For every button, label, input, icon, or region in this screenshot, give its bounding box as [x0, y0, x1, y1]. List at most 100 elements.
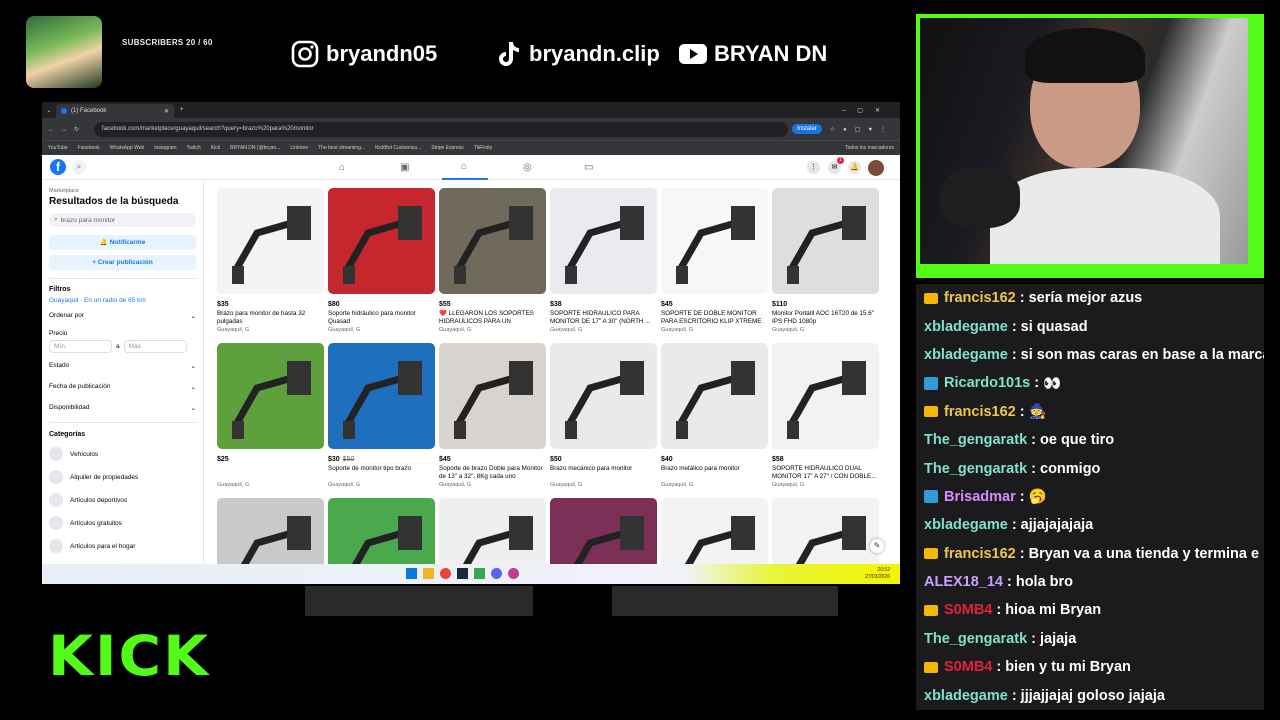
category-item[interactable]: Artículos para el hogar	[49, 539, 196, 553]
chat-username[interactable]: xbladegame	[924, 347, 1008, 363]
app-icon[interactable]	[474, 568, 485, 579]
listing-image[interactable]	[439, 343, 546, 449]
bookmark-item[interactable]: WhatsApp Web	[110, 145, 145, 151]
min-price-field[interactable]: Mín.	[49, 340, 112, 353]
nav-buttons[interactable]: ←→↻	[48, 126, 86, 133]
state-dropdown[interactable]: Estado ⌄	[49, 362, 196, 370]
chat-username[interactable]: francis162	[944, 546, 1016, 562]
availability-dropdown[interactable]: Disponibilidad ⌄	[49, 404, 196, 412]
obs-icon[interactable]	[508, 568, 519, 579]
install-button[interactable]: Instalar	[792, 124, 822, 134]
listing-image[interactable]	[772, 343, 879, 449]
chat-username[interactable]: The_gengaratk	[924, 461, 1027, 477]
listing-title[interactable]	[217, 465, 324, 481]
gaming-icon[interactable]: ▭	[584, 162, 593, 173]
listing-image[interactable]	[328, 343, 435, 449]
folder-icon[interactable]	[423, 568, 434, 579]
facebook-logo-icon[interactable]: f	[50, 159, 66, 175]
system-clock[interactable]: 20:52 27/03/2026	[865, 567, 890, 581]
new-tab-icon[interactable]: +	[180, 107, 184, 113]
listing-image[interactable]	[661, 188, 768, 294]
chat-username[interactable]: The_gengaratk	[924, 432, 1027, 448]
steam-icon[interactable]	[457, 568, 468, 579]
listing-card[interactable]: $50 Brazo mecánico para monitor Guayaquil,…	[550, 343, 657, 488]
listing-image[interactable]	[328, 188, 435, 294]
max-price-field[interactable]: Máx.	[123, 340, 187, 353]
listing-title[interactable]: Soporte de monitor tipo brazo	[328, 465, 435, 481]
listing-image[interactable]	[550, 188, 657, 294]
bookmark-item[interactable]: BRYAN DN (@bryan...	[230, 145, 280, 151]
compose-icon[interactable]: ✎	[870, 539, 884, 553]
category-item[interactable]: Vehículos	[49, 447, 196, 461]
window-controls[interactable]: –▢✕	[842, 107, 892, 114]
listing-title[interactable]: ❤️ LLEGARON LOS SOPORTES HIDRAULICOS PAR…	[439, 310, 546, 326]
listing-image[interactable]	[439, 188, 546, 294]
chat-username[interactable]: francis162	[944, 404, 1016, 420]
chat-username[interactable]: S0MB4	[944, 602, 992, 618]
listing-title[interactable]: Brazo para monitor de hasta 32 pulgadas	[217, 310, 324, 326]
listing-card[interactable]: $45 SOPORTE DE DOBLE MONITOR PARA ESCRITO…	[661, 188, 768, 333]
bookmark-item[interactable]: Facebook	[78, 145, 100, 151]
tab-facebook[interactable]: (1) Facebook ✕	[56, 104, 174, 118]
url-field[interactable]: facebook.com/marketplace/guayaquil/searc…	[94, 121, 789, 137]
location-filter[interactable]: Guayaquil · En un radio de 65 km	[49, 297, 196, 304]
tab-list-icon[interactable]: ⌄	[42, 107, 56, 114]
chat-username[interactable]: xbladegame	[924, 319, 1008, 335]
listing-card[interactable]: $80 Soporte hidráulico para monitor Quasa…	[328, 188, 435, 333]
search-icon[interactable]: ⌕	[72, 160, 86, 174]
chat-username[interactable]: The_gengaratk	[924, 631, 1027, 647]
bookmark-item[interactable]: Stripe Express	[431, 145, 464, 151]
listing-title[interactable]: Brazo mecánico para monitor	[550, 465, 657, 481]
listing-card[interactable]: $40 Brazo metálico para monitor Guayaquil,…	[661, 343, 768, 488]
bookmark-item[interactable]: KickBot Customiza...	[375, 145, 421, 151]
sort-dropdown[interactable]: Ordenar por ⌄	[49, 312, 196, 320]
marketplace-icon[interactable]: ⌂	[461, 161, 467, 172]
listing-title[interactable]: Brazo metálico para monitor	[661, 465, 768, 481]
date-dropdown[interactable]: Fecha de publicación ⌄	[49, 383, 196, 391]
toolbar-extension-icons[interactable]: ☆●▢♥⋮	[830, 126, 894, 133]
start-icon[interactable]	[406, 568, 417, 579]
listing-title[interactable]: SOPORTE HIDRAULICO PARA MONITOR DE 17" A…	[550, 310, 657, 326]
listing-card[interactable]: $55 ❤️ LLEGARON LOS SOPORTES HIDRAULICOS …	[439, 188, 546, 333]
chat-username[interactable]: ALEX18_14	[924, 574, 1003, 590]
menu-icon[interactable]: ⋮	[807, 161, 820, 174]
listing-card[interactable]: $110 Monitor Portátil AOC 16T20 de 15.6" …	[772, 188, 879, 333]
create-listing-button[interactable]: + Crear publicación	[49, 255, 196, 270]
listing-title[interactable]: SOPORTE HIDRAULICO DUAL MONITOR 17" A 27…	[772, 465, 879, 481]
bookmark-item[interactable]: The best streaming...	[318, 145, 365, 151]
listing-card[interactable]: $45 Soporte de brazo Doble para Monitor d…	[439, 343, 546, 488]
chat-username[interactable]: S0MB4	[944, 659, 992, 675]
bookmark-item[interactable]: TikFinity	[474, 145, 492, 151]
search-input[interactable]: ⌕ brazo para monitor	[49, 213, 196, 227]
chat-username[interactable]: francis162	[944, 290, 1016, 306]
listing-image[interactable]	[661, 343, 768, 449]
listing-image[interactable]	[772, 188, 879, 294]
listing-card[interactable]: $30 $50 Soporte de monitor tipo brazo Guaya…	[328, 343, 435, 488]
listing-image[interactable]	[217, 188, 324, 294]
groups-icon[interactable]: ◎	[523, 162, 532, 173]
listing-title[interactable]: SOPORTE DE DOBLE MONITOR PARA ESCRITORIO…	[661, 310, 768, 326]
bookmark-item[interactable]: YouTube	[48, 145, 68, 151]
bell-icon[interactable]: 🔔	[848, 161, 861, 174]
bookmark-item[interactable]: Twitch	[187, 145, 201, 151]
discord-icon[interactable]	[491, 568, 502, 579]
listing-card[interactable]: $38 SOPORTE HIDRAULICO PARA MONITOR DE 17…	[550, 188, 657, 333]
listing-card[interactable]: $25 Guayaquil, G	[217, 343, 324, 488]
category-item[interactable]: Alquiler de propiedades	[49, 470, 196, 484]
listing-card[interactable]: $35 Brazo para monitor de hasta 32 pulgad…	[217, 188, 324, 333]
chat-username[interactable]: xbladegame	[924, 517, 1008, 533]
listing-image[interactable]	[217, 343, 324, 449]
listing-card[interactable]: $58 SOPORTE HIDRAULICO DUAL MONITOR 17" A…	[772, 343, 879, 488]
profile-avatar[interactable]	[868, 160, 884, 176]
home-icon[interactable]: ⌂	[339, 162, 345, 173]
close-tab-icon[interactable]: ✕	[164, 108, 169, 115]
bookmark-item[interactable]: Linktree	[290, 145, 308, 151]
bookmark-item[interactable]: Kick	[211, 145, 220, 151]
listing-image[interactable]	[550, 343, 657, 449]
bookmark-item[interactable]: Instagram	[154, 145, 176, 151]
listing-title[interactable]: Monitor Portátil AOC 16T20 de 15.6" IPS …	[772, 310, 879, 326]
chat-username[interactable]: Brisadmar	[944, 489, 1016, 505]
chat-username[interactable]: xbladegame	[924, 688, 1008, 704]
listing-title[interactable]: Soporte hidráulico para monitor Quasad	[328, 310, 435, 326]
category-item[interactable]: Artículos gratuitos	[49, 516, 196, 530]
